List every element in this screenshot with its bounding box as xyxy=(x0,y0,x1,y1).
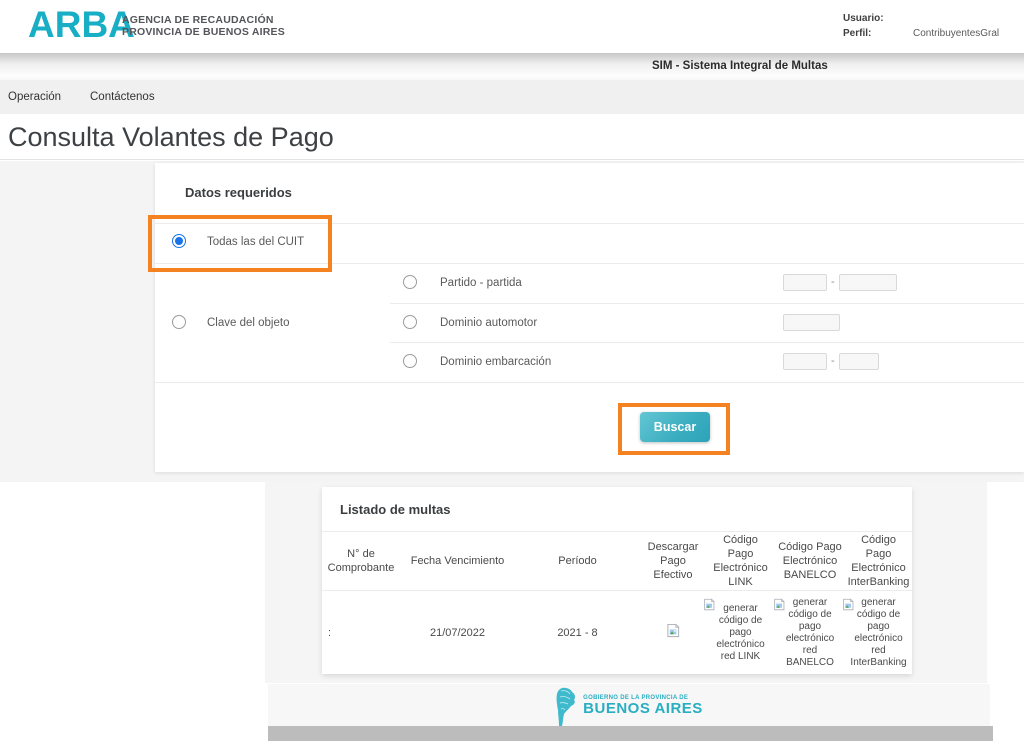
buscar-button[interactable]: Buscar xyxy=(640,412,710,442)
broken-image-icon[interactable] xyxy=(842,598,855,615)
radio-dominio-automotor-label[interactable]: Dominio automotor xyxy=(440,317,537,329)
profile-label: Perfil: xyxy=(843,28,872,39)
partida-input[interactable] xyxy=(839,274,897,291)
dominio-automotor-input[interactable] xyxy=(783,314,840,331)
radio-dominio-embarcacion[interactable] xyxy=(403,354,417,368)
radio-dominio-automotor[interactable] xyxy=(403,315,417,329)
org-name-line2: PROVINCIA DE BUENOS AIRES xyxy=(122,26,285,38)
nav-bar: Operación Contáctenos xyxy=(0,80,1024,114)
generar-codigo-banelco[interactable]: generar código de pago electrónico red B… xyxy=(778,596,842,669)
col-header-comprobante: N° de Comprobante xyxy=(327,548,395,574)
footer-band: GOBIERNO DE LA PROVINCIA DE BUENOS AIRES xyxy=(268,684,990,727)
radio-partido-partida[interactable] xyxy=(403,275,417,289)
dominio-embarcacion-input-2[interactable] xyxy=(839,353,879,370)
col-header-link: Código Pago Electrónico LINK xyxy=(713,534,768,588)
radio-partido-partida-label[interactable]: Partido - partida xyxy=(440,277,522,289)
col-header-interbanking: Código Pago Electrónico InterBanking xyxy=(847,534,910,588)
form-panel: Datos requeridos Todas las del CUIT Clav… xyxy=(148,163,1024,472)
org-name: AGENCIA DE RECAUDACIÓN PROVINCIA DE BUEN… xyxy=(122,14,285,38)
gobierno-provincia-logo: GOBIERNO DE LA PROVINCIA DE BUENOS AIRES xyxy=(555,677,703,734)
broken-image-icon[interactable] xyxy=(773,598,786,615)
radio-todas-cuit-label[interactable]: Todas las del CUIT xyxy=(207,236,304,248)
user-label: Usuario: xyxy=(843,13,884,24)
divider xyxy=(390,303,1024,304)
dominio-embarcacion-input-1[interactable] xyxy=(783,353,827,370)
nav-item-operacion[interactable]: Operación xyxy=(8,80,61,114)
divider xyxy=(155,263,1024,264)
col-header-banelco: Código Pago Electrónico BANELCO xyxy=(778,541,842,581)
radio-dominio-embarcacion-label[interactable]: Dominio embarcación xyxy=(440,356,551,368)
partido-input[interactable] xyxy=(783,274,827,291)
radio-clave-objeto[interactable] xyxy=(172,315,186,329)
cell-interbanking: generar código de pago electrónico red I… xyxy=(842,591,912,674)
col-header-vencimiento: Fecha Vencimiento xyxy=(410,555,505,567)
form-section-title: Datos requeridos xyxy=(185,185,292,200)
title-section: Consulta Volantes de Pago xyxy=(0,114,1024,160)
col-header-periodo: Período xyxy=(558,555,597,567)
cell-periodo: 2021 - 8 xyxy=(557,626,598,639)
profile-value: ContribuyentesGral xyxy=(913,28,1000,39)
generar-codigo-interbanking[interactable]: generar código de pago electrónico red I… xyxy=(848,596,909,669)
divider xyxy=(155,382,1024,383)
embarcacion-separator: - xyxy=(831,355,835,367)
org-name-line1: AGENCIA DE RECAUDACIÓN xyxy=(122,14,274,26)
nav-item-contactenos[interactable]: Contáctenos xyxy=(90,80,155,114)
page-root: ARBA AGENCIA DE RECAUDACIÓN PROVINCIA DE… xyxy=(0,0,1024,743)
cell-link: generar código de pago electrónico red L… xyxy=(703,591,775,674)
cell-banelco: generar código de pago electrónico red B… xyxy=(773,591,845,674)
arba-logo[interactable]: ARBA xyxy=(28,4,135,46)
radio-clave-objeto-label[interactable]: Clave del objeto xyxy=(207,317,289,329)
divider xyxy=(390,342,1024,343)
results-card: Listado de multas N° de Comprobante Fech… xyxy=(322,487,912,674)
top-header: ARBA AGENCIA DE RECAUDACIÓN PROVINCIA DE… xyxy=(0,0,1024,53)
page-title: Consulta Volantes de Pago xyxy=(8,122,334,152)
table-header-row: N° de Comprobante Fecha Vencimiento Perí… xyxy=(322,531,912,590)
sim-title: SIM - Sistema Integral de Multas xyxy=(652,60,828,72)
footer-bottom-bar xyxy=(268,726,993,741)
radio-todas-cuit[interactable] xyxy=(172,234,186,248)
divider xyxy=(155,223,1024,224)
gov-line2: BUENOS AIRES xyxy=(583,699,703,717)
generar-codigo-link[interactable]: generar código de pago electrónico red L… xyxy=(709,602,772,663)
cell-pago-efectivo xyxy=(640,591,706,674)
broken-image-icon[interactable] xyxy=(703,598,716,615)
user-info: Usuario: Perfil: ContribuyentesGral xyxy=(843,11,999,41)
results-title: Listado de multas xyxy=(340,502,451,517)
cell-comprobante: : xyxy=(328,626,332,639)
broken-image-icon[interactable] xyxy=(666,623,681,642)
sim-bar: SIM - Sistema Integral de Multas xyxy=(0,53,1024,80)
table-row: : 21/07/2022 2021 - 8 generar código de … xyxy=(322,590,912,674)
cell-vencimiento: 21/07/2022 xyxy=(429,626,486,639)
col-header-pago-efectivo: Descargar Pago Efectivo xyxy=(647,541,699,581)
partido-separator: - xyxy=(831,276,835,288)
